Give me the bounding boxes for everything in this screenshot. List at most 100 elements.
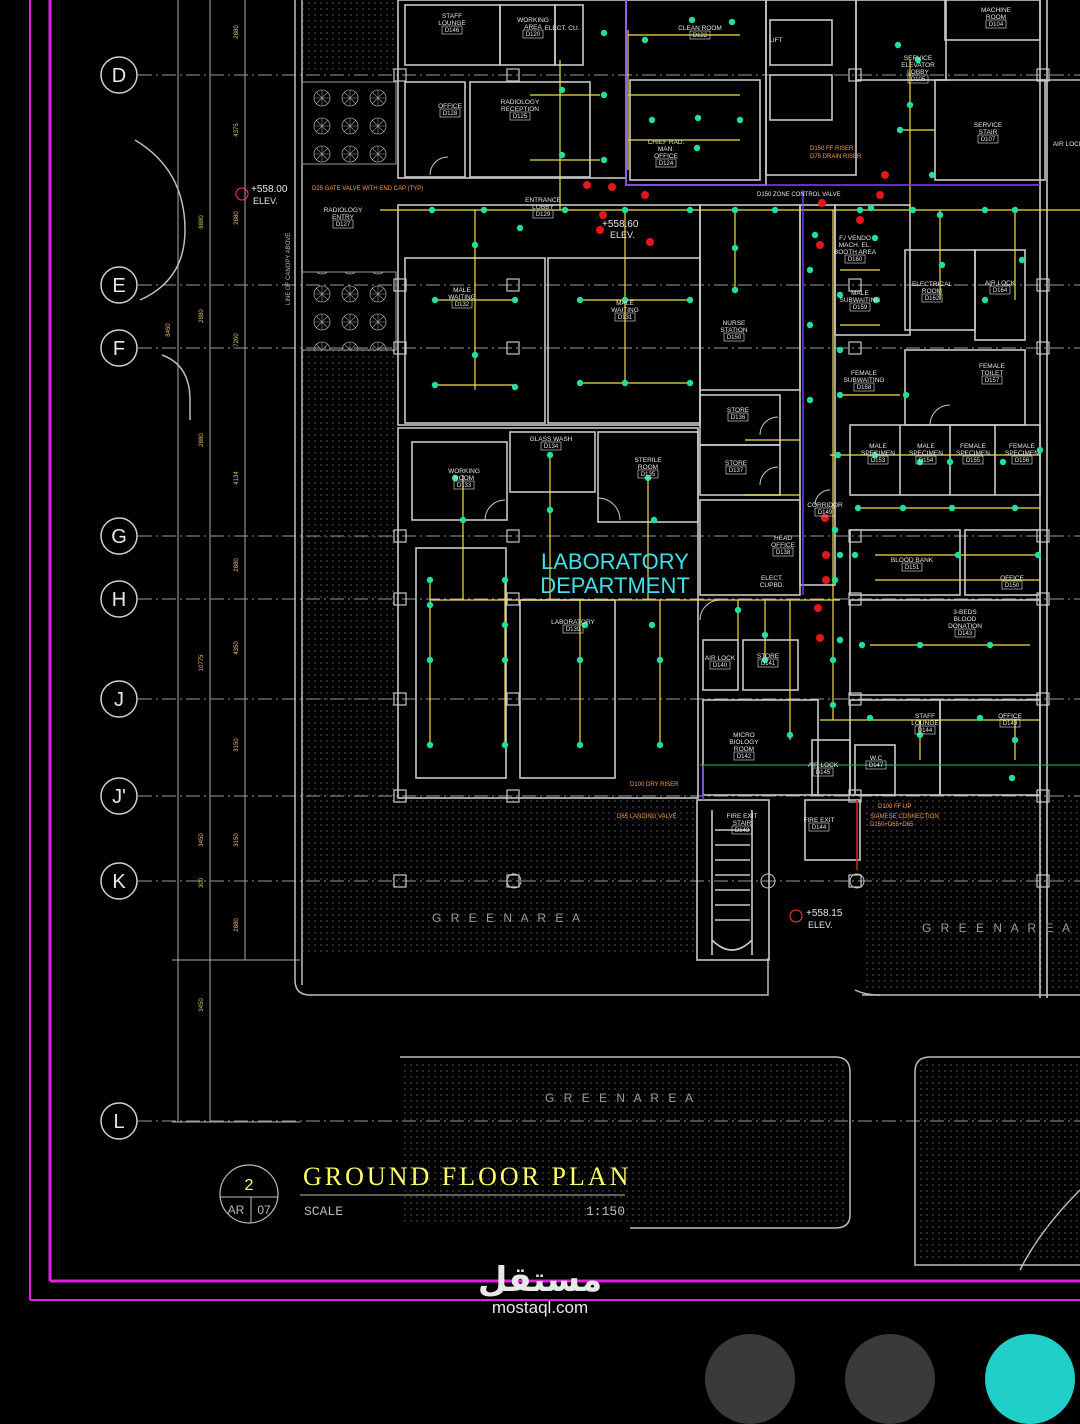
floor-plan-drawing: 2880 4375 2880 8880 2880 7200 4134 2880 4350 2880…	[29, 0, 1080, 1301]
sprinkler-head	[938, 261, 946, 269]
sprinkler-head	[561, 206, 569, 214]
sprinkler-head	[480, 206, 488, 214]
sprinkler-head	[431, 381, 439, 389]
sprinkler-head	[576, 296, 584, 304]
room-code: D144	[812, 825, 827, 831]
sprinkler-head	[871, 234, 879, 242]
room-code: D133	[457, 483, 472, 489]
sprinkler-head	[426, 656, 434, 664]
dimension-label: 3450	[199, 998, 205, 1012]
sprinkler-head	[771, 206, 779, 214]
room-label: AIR LOCK	[1053, 141, 1080, 148]
sprinkler-head	[731, 286, 739, 294]
room-code: D156	[1015, 458, 1030, 464]
floating-button-middle[interactable]	[845, 1334, 935, 1424]
dimension-label: 300	[199, 877, 205, 888]
room-name: RADIOLOGY RECEPTION	[501, 99, 540, 113]
room-label: AIR LOCKD164	[985, 280, 1016, 295]
room-label: SERVICE STAIRD107	[974, 122, 1003, 144]
room-code: D137	[729, 468, 744, 474]
room-code: D145	[816, 770, 831, 776]
green-area-label: G R E E N A R E A	[432, 911, 583, 925]
sprinkler-head	[693, 144, 701, 152]
room-label: STORED136	[727, 407, 750, 422]
sprinkler-head	[734, 606, 742, 614]
sprinkler-head	[834, 451, 842, 459]
room-name: F./ VENDO MACH. EL. BOOTH AREA	[834, 235, 877, 256]
room-name: CHIEF RAD. MAN. OFFICE	[648, 139, 685, 160]
grid-bubble-label: F	[113, 338, 125, 360]
sprinkler-head	[948, 504, 956, 512]
room-name: MALE SPECIMEN	[861, 443, 895, 457]
room-label: CORRIDORD149	[807, 502, 843, 517]
grid-bubble-label: K	[112, 871, 126, 893]
dimension-label: 2880	[234, 211, 240, 225]
sprinkler-head	[736, 116, 744, 124]
room-name: FEMALE SPECIMEN	[1005, 443, 1039, 457]
sheet-number: 07	[257, 1203, 271, 1217]
room-label: ELECT. CUPBD.	[760, 575, 785, 589]
room-label: GLASS WASHD134	[530, 436, 573, 451]
drain-riser-note: D75 DRAIN RISER	[810, 154, 862, 160]
room-name: ELECT. CU.	[544, 25, 579, 32]
room-name: AIR LOCK	[1053, 141, 1080, 148]
grid-bubble-label: J'	[112, 786, 126, 808]
sprinkler-head	[686, 296, 694, 304]
canopy-note: LINE OF CANOPY ABOVE	[286, 233, 292, 305]
sprinkler-head	[867, 204, 875, 212]
sprinkler-head	[600, 91, 608, 99]
floating-button-right[interactable]	[985, 1334, 1075, 1424]
alarm-valve	[856, 216, 864, 224]
room-code: D151	[905, 565, 920, 571]
sprinkler-head	[899, 504, 907, 512]
sprinkler-head	[694, 114, 702, 122]
room-name: MALE WAITING	[611, 300, 639, 314]
sprinkler-head	[761, 631, 769, 639]
room-label: ELECTRICAL ROOMD162	[912, 281, 952, 303]
room-label: CLEAN ROOMD122	[678, 25, 722, 40]
dimension-label: 10775	[199, 654, 205, 671]
room-label: STERILE ROOMD135	[634, 457, 662, 479]
sprinkler-head	[986, 641, 994, 649]
room-label: LABORATORYD139	[551, 619, 596, 634]
sprinkler-head	[426, 601, 434, 609]
sprinkler-head	[558, 86, 566, 94]
room-label: MALE SUBWAITINGD159	[840, 290, 880, 312]
dimension-label: 2880	[199, 309, 205, 323]
dimension-label: 8880	[199, 215, 205, 229]
sprinkler-head	[1011, 206, 1019, 214]
room-label: MICRO BIOLOGY ROOMD142	[729, 732, 759, 761]
sprinkler-head	[600, 29, 608, 37]
green-area-label: G R E E N A R E A	[545, 1091, 696, 1105]
watermark-arabic: مستقل	[477, 1260, 603, 1300]
elev-mid-label: ELEV.	[610, 230, 635, 240]
room-label: STAFF LOUNGED144	[911, 713, 939, 735]
sprinkler-head	[501, 656, 509, 664]
sprinkler-head	[650, 516, 658, 524]
room-label: RADIOLOGY ENTRYD127	[324, 207, 363, 229]
sprinkler-head	[836, 391, 844, 399]
room-name: FEMALE TOILET	[979, 363, 1006, 377]
sprinkler-head	[648, 116, 656, 124]
sprinkler-head	[831, 526, 839, 534]
alarm-valve	[881, 171, 889, 179]
room-label: STAFF LOUNGED146	[438, 13, 466, 35]
room-code: D146	[445, 28, 460, 34]
landing-valve-note: D65 LANDING VALVE	[617, 814, 676, 820]
room-code: D122	[693, 33, 708, 39]
sprinkler-head	[1008, 774, 1016, 782]
sprinkler-head	[546, 451, 554, 459]
room-name: SERVICE ELEVATOR LOBBY	[901, 55, 935, 76]
room-name: MACHINE ROOM	[981, 7, 1012, 21]
room-name: STERILE ROOM	[634, 457, 662, 471]
dimension-label: 3150	[234, 833, 240, 847]
room-label: LIFT	[769, 37, 782, 44]
sprinkler-head	[856, 206, 864, 214]
sprinkler-head	[731, 206, 739, 214]
sprinkler-head	[641, 36, 649, 44]
sprinkler-head	[1011, 736, 1019, 744]
ff-riser-note: D150 FF RISER	[810, 146, 854, 152]
floating-button-left[interactable]	[705, 1334, 795, 1424]
room-code: D154	[919, 458, 934, 464]
grid-bubble-label: L	[113, 1111, 124, 1133]
